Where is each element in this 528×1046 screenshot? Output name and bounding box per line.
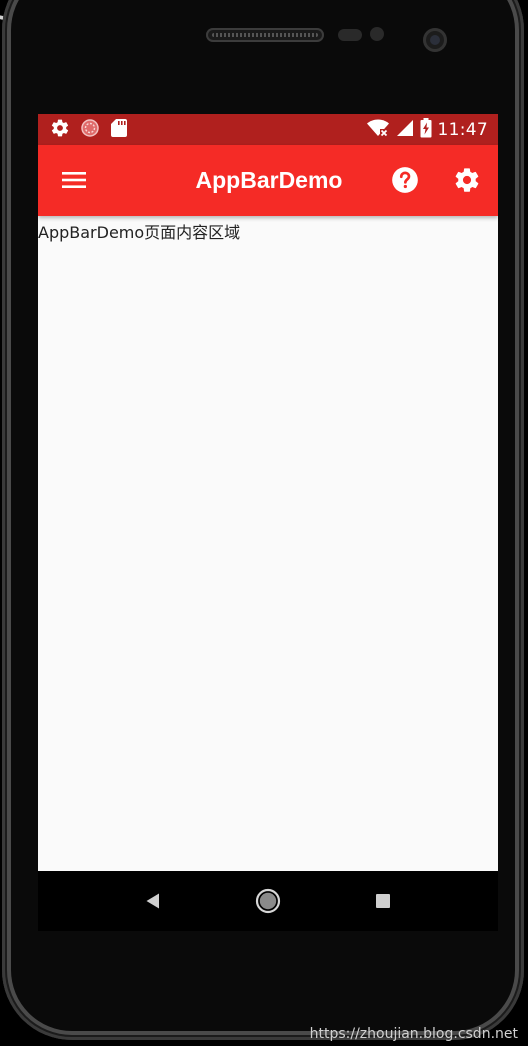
app-bar-title: AppBarDemo <box>195 167 343 193</box>
status-notification-icons <box>50 119 128 141</box>
back-icon <box>146 893 159 909</box>
signal-icon <box>396 119 414 141</box>
system-navigation-bar <box>38 871 498 931</box>
sd-card-icon <box>110 118 128 142</box>
app-bar: AppBarDemo <box>38 145 498 216</box>
settings-button[interactable] <box>445 158 489 202</box>
proximity-sensor <box>338 29 362 41</box>
status-time: 11:47 <box>437 120 488 140</box>
watermark: https://zhoujian.blog.csdn.net <box>309 1026 518 1042</box>
device-screen: 11:47 AppBarDemo AppBarDemo页面内容区域 <box>38 114 498 931</box>
light-sensor <box>370 27 384 41</box>
back-button[interactable] <box>138 886 168 916</box>
recent-apps-icon <box>376 894 390 908</box>
home-button[interactable] <box>253 886 283 916</box>
sync-circle-icon <box>80 118 100 142</box>
front-camera <box>423 28 447 52</box>
menu-button[interactable] <box>52 158 96 202</box>
help-button[interactable] <box>383 158 427 202</box>
settings-icon <box>455 168 479 192</box>
status-system-icons: 11:47 <box>366 118 489 142</box>
home-icon <box>255 888 281 914</box>
device-frame: 11:47 AppBarDemo AppBarDemo页面内容区域 https:… <box>0 0 528 1046</box>
gear-icon <box>50 118 70 142</box>
wifi-icon <box>366 118 390 142</box>
menu-icon <box>62 172 86 188</box>
battery-charging-icon <box>420 118 432 142</box>
earpiece-speaker <box>206 28 324 42</box>
page-body: AppBarDemo页面内容区域 <box>38 216 498 871</box>
body-text: AppBarDemo页面内容区域 <box>38 223 241 242</box>
recent-apps-button[interactable] <box>368 886 398 916</box>
status-bar: 11:47 <box>38 114 498 145</box>
help-icon <box>392 167 418 193</box>
